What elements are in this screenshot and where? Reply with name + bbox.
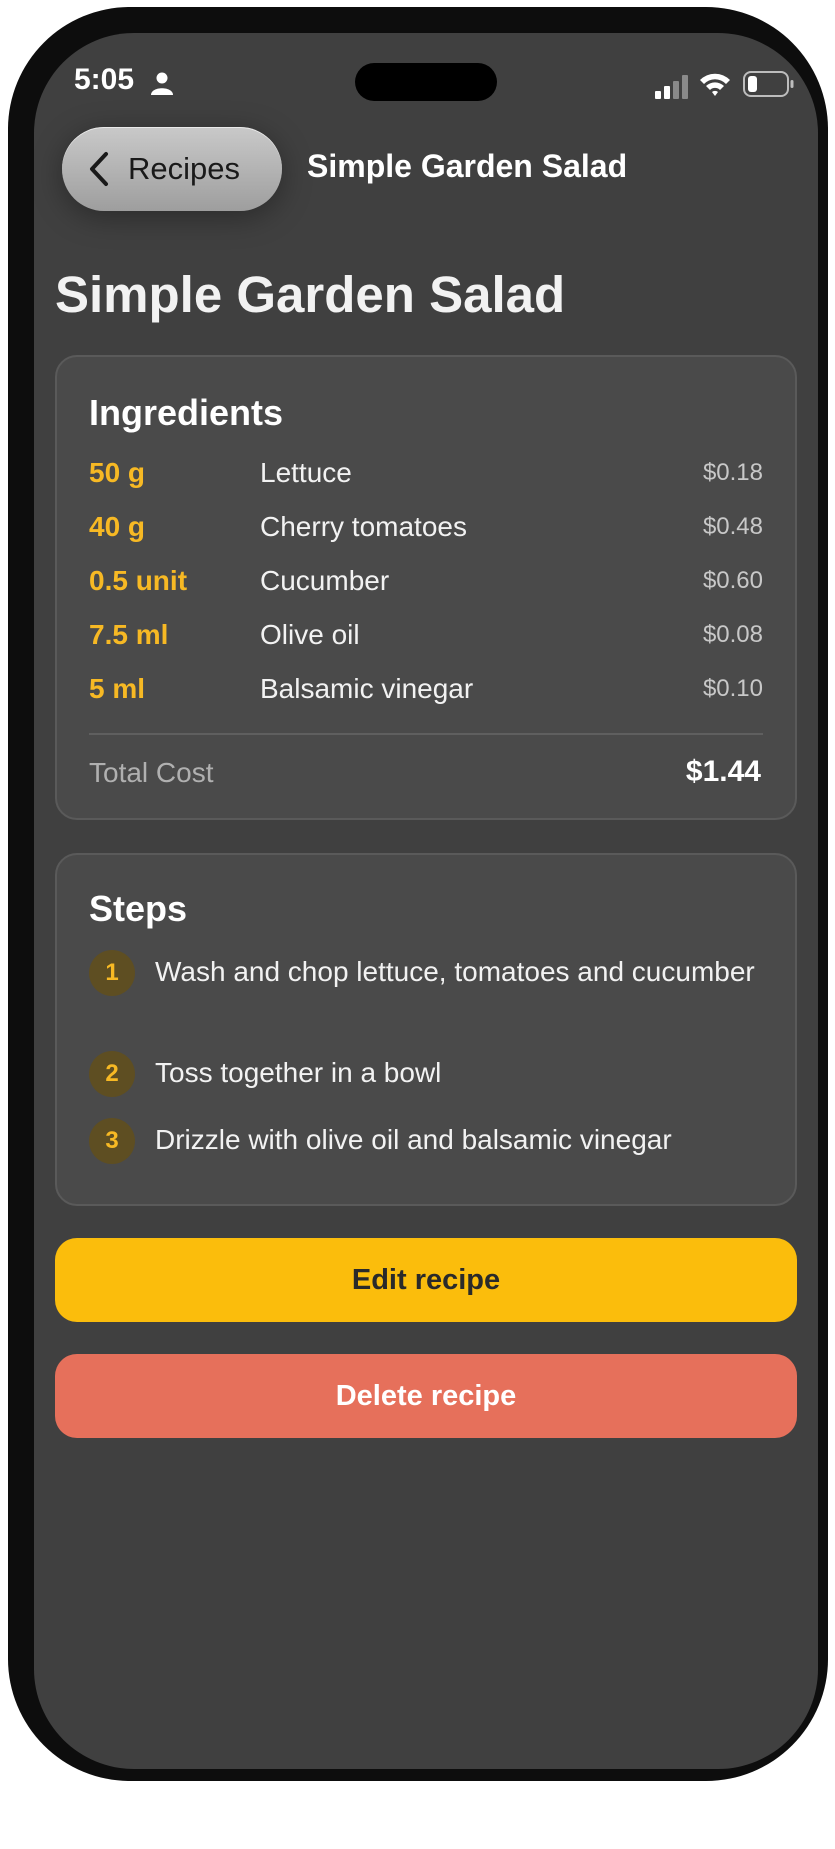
total-divider xyxy=(89,733,763,735)
ingredient-name: Cherry tomatoes xyxy=(260,511,467,542)
person-icon xyxy=(151,72,173,95)
ingredient-name: Olive oil xyxy=(260,619,360,650)
step-number-badge: 3 xyxy=(89,1118,135,1164)
ingredient-name: Balsamic vinegar xyxy=(260,673,474,704)
ingredient-row: 5 ml Balsamic vinegar $0.10 xyxy=(89,673,763,717)
ingredient-quantity: 50 g xyxy=(89,457,146,488)
ingredient-cost: $0.10 xyxy=(702,675,763,702)
edit-recipe-button[interactable]: Edit recipe xyxy=(55,1238,797,1322)
ingredients-heading: Ingredients xyxy=(89,392,284,433)
step-number-badge: 1 xyxy=(89,950,135,996)
back-button-label: Recipes xyxy=(128,151,240,186)
back-button[interactable]: Recipes xyxy=(62,127,282,211)
page-title: Simple Garden Salad xyxy=(55,266,566,323)
status-time: 5:05 xyxy=(74,63,135,96)
chevron-left-icon xyxy=(90,152,108,186)
ingredient-row: 7.5 ml Olive oil $0.08 xyxy=(89,619,763,663)
step-text: Drizzle with olive oil and balsamic vine… xyxy=(155,1124,672,1155)
ingredients-card: Ingredients 50 g Lettuce $0.18 40 g Cher… xyxy=(55,355,797,820)
cellular-signal-icon xyxy=(655,75,688,99)
phone-frame: 5:05 Recipes Simple Garden Salad Simple … xyxy=(8,7,828,1781)
ingredient-name: Lettuce xyxy=(260,457,352,488)
ingredient-name: Cucumber xyxy=(260,565,390,596)
ingredient-quantity: 0.5 unit xyxy=(89,565,188,596)
ingredient-quantity: 40 g xyxy=(89,511,146,542)
app-screen: 5:05 Recipes Simple Garden Salad Simple … xyxy=(34,33,818,1769)
ingredient-quantity: 5 ml xyxy=(89,673,146,704)
ingredient-quantity: 7.5 ml xyxy=(89,619,169,650)
dynamic-island xyxy=(355,63,497,101)
step-number-badge: 2 xyxy=(89,1051,135,1097)
wifi-icon xyxy=(700,73,730,96)
steps-heading: Steps xyxy=(89,888,188,929)
ingredient-row: 40 g Cherry tomatoes $0.48 xyxy=(89,511,763,555)
ingredient-row: 0.5 unit Cucumber $0.60 xyxy=(89,565,763,609)
steps-card: Steps 1 Wash and chop lettuce, tomatoes … xyxy=(55,853,797,1206)
ingredient-cost: $0.60 xyxy=(702,567,763,594)
ingredient-cost: $0.08 xyxy=(702,621,763,648)
step-text: Toss together in a bowl xyxy=(155,1057,442,1088)
nav-title: Simple Garden Salad xyxy=(307,148,628,184)
ingredient-row: 50 g Lettuce $0.18 xyxy=(89,457,763,501)
delete-recipe-button[interactable]: Delete recipe xyxy=(55,1354,797,1438)
step-text: Wash and chop lettuce, tomatoes and cucu… xyxy=(155,956,755,987)
battery-icon xyxy=(743,71,794,97)
ingredient-cost: $0.48 xyxy=(702,513,763,540)
total-cost-value: $1.44 xyxy=(685,755,761,788)
total-cost-label: Total Cost xyxy=(89,757,214,788)
ingredient-cost: $0.18 xyxy=(702,459,763,486)
